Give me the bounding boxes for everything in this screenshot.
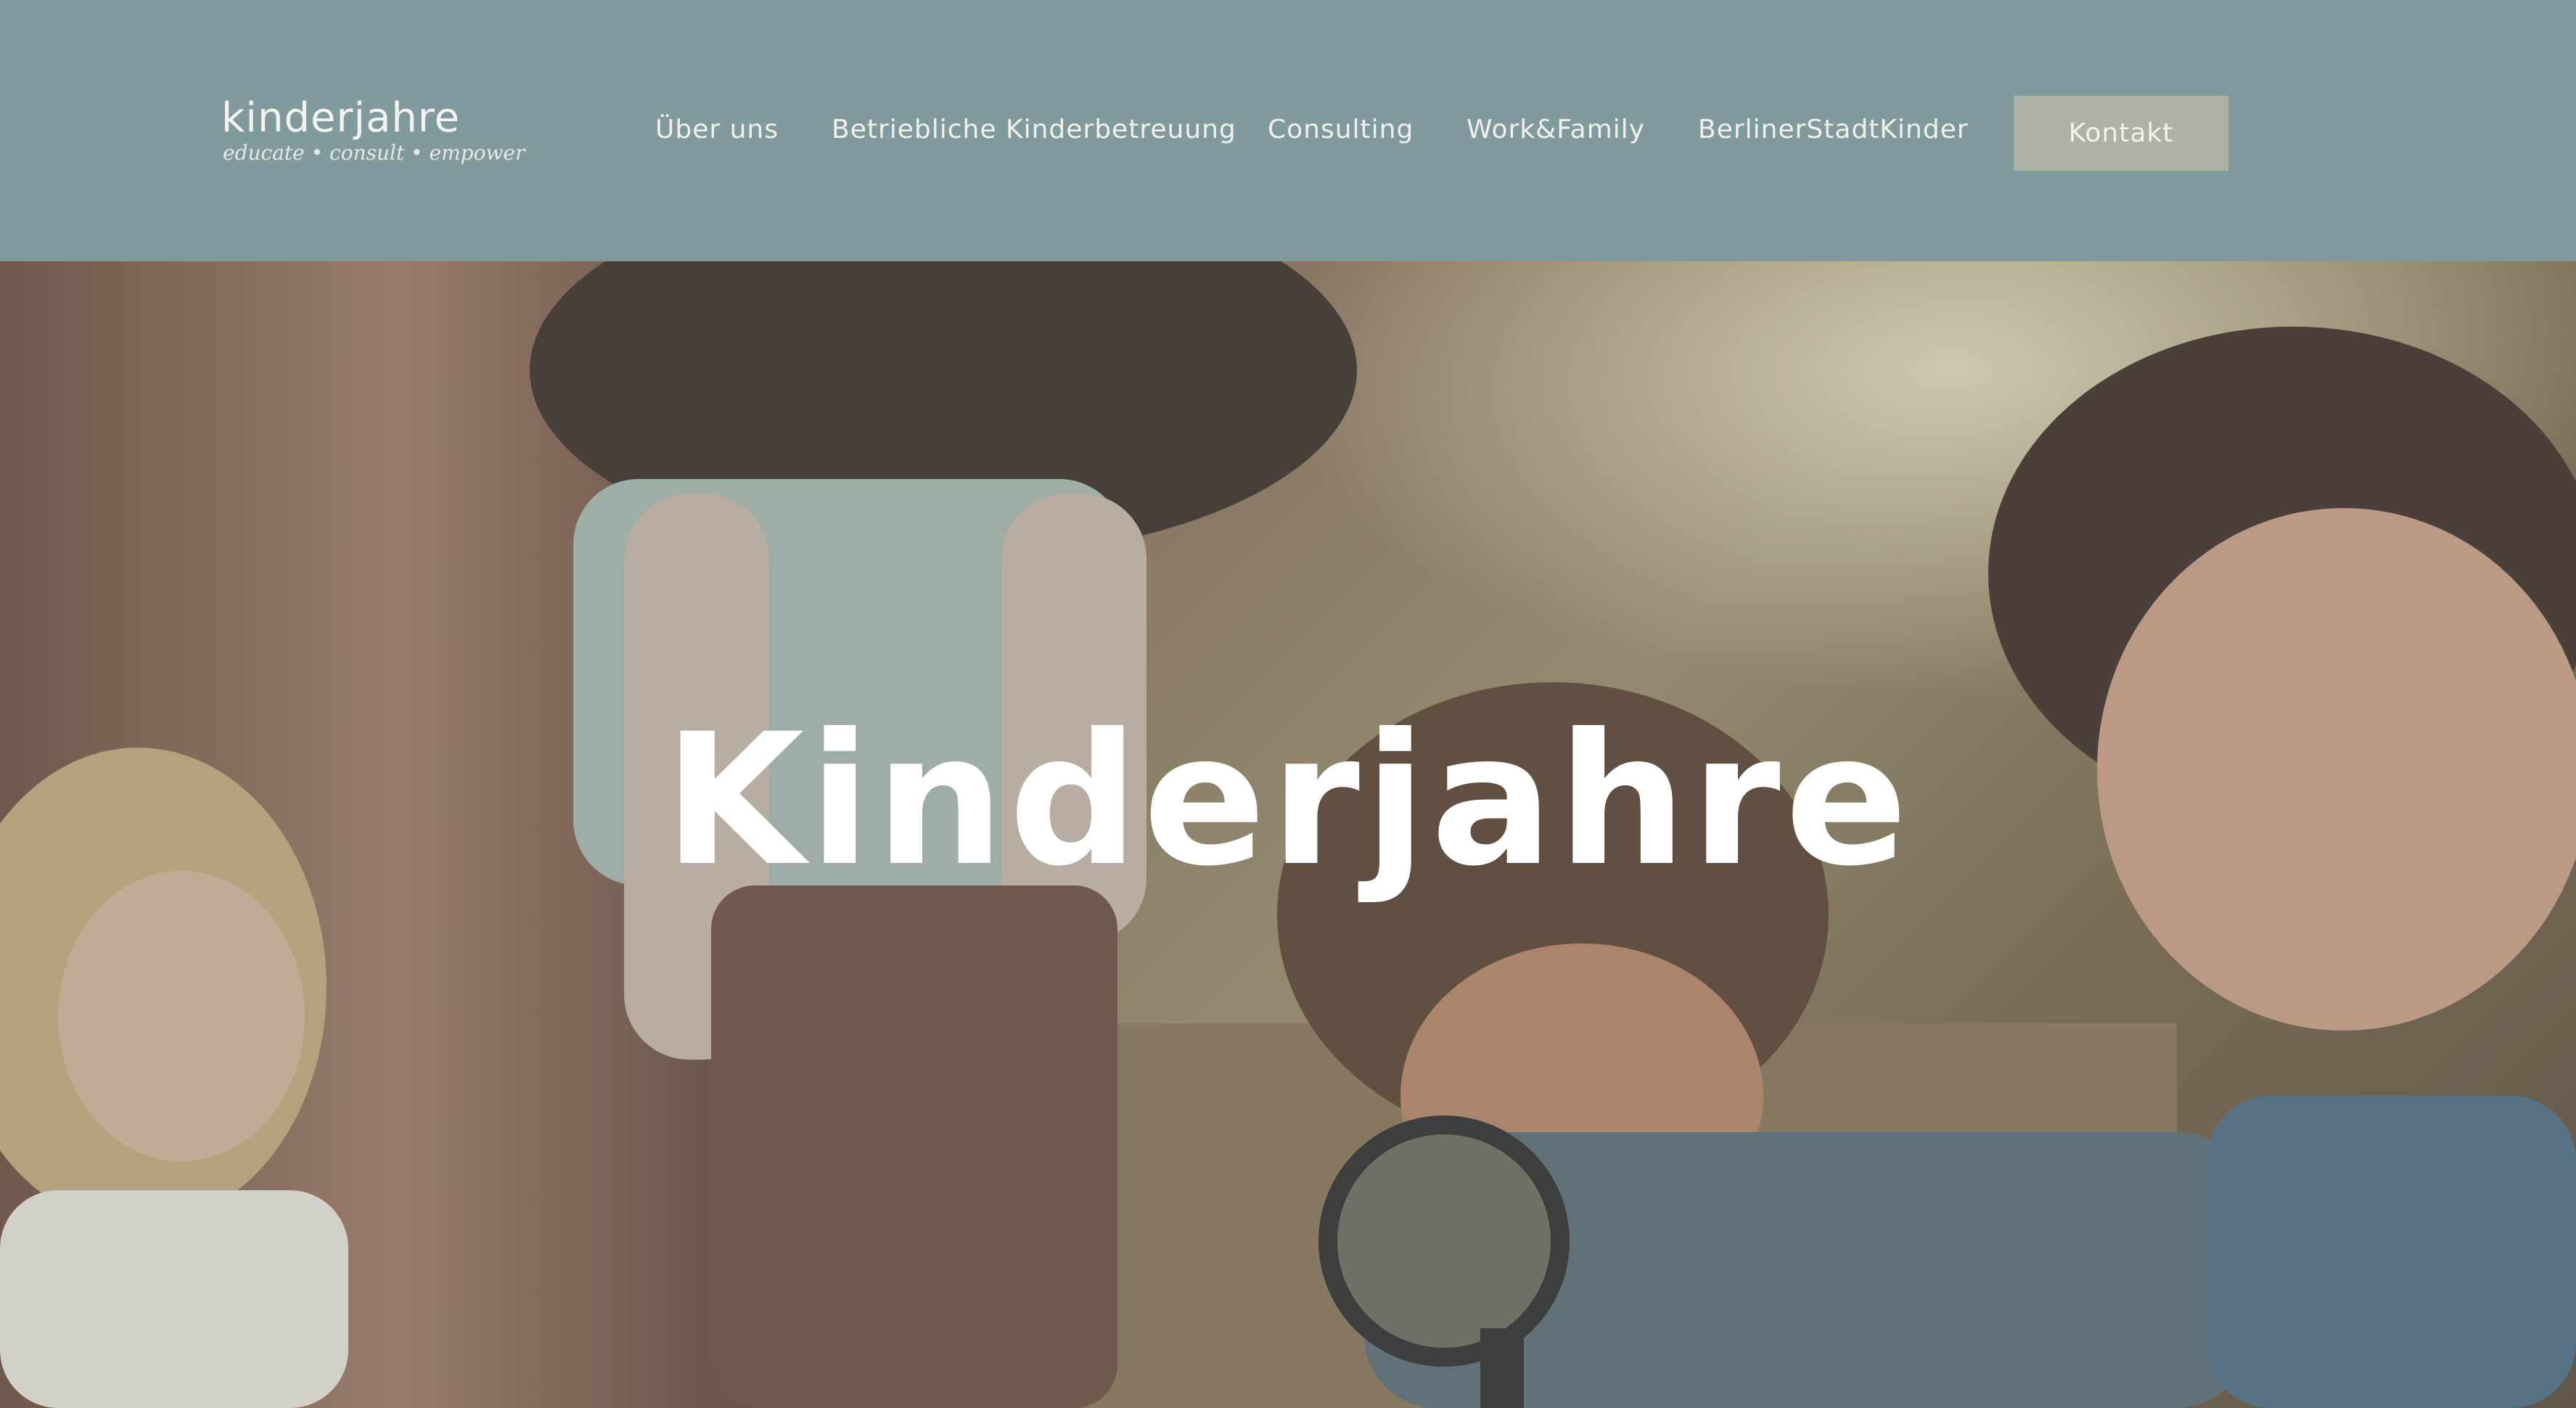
- hero-title: Kinderjahre: [663, 694, 1913, 906]
- contact-button[interactable]: Kontakt: [2014, 96, 2228, 171]
- nav-item-berliner-stadt-kinder[interactable]: BerlinerStadtKinder: [1698, 115, 1969, 144]
- main-nav: Über uns Betriebliche Kinderbetreuung Co…: [0, 0, 2576, 261]
- nav-item-work-family[interactable]: Work&Family: [1467, 115, 1645, 144]
- nav-item-betriebliche-kinderbetreuung[interactable]: Betriebliche Kinderbetreuung: [832, 115, 1236, 144]
- nav-item-consulting[interactable]: Consulting: [1268, 115, 1414, 144]
- site-header: kinderjahre educate • consult • empower …: [0, 0, 2576, 261]
- hero-section: Kinderjahre: [0, 261, 2576, 1408]
- page: kinderjahre educate • consult • empower …: [0, 0, 2576, 1408]
- nav-item-ueber-uns[interactable]: Über uns: [655, 115, 779, 144]
